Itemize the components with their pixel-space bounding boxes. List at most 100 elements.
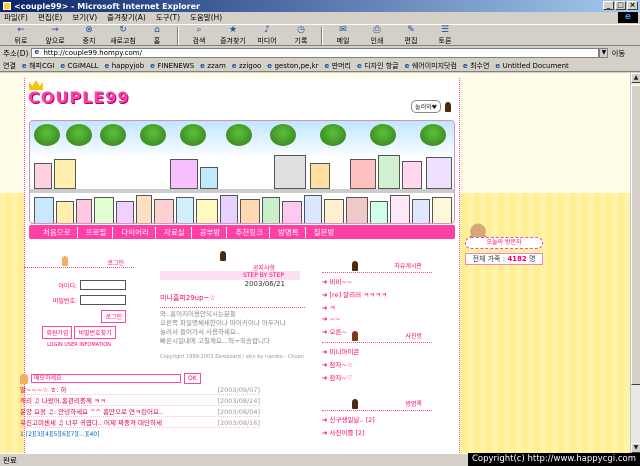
links-label: 연결	[3, 61, 16, 70]
search-icon: ⌕	[196, 25, 202, 35]
table-row[interactable]: 우진고미센세 ♫ 너무 귀엽다.. 어제 짜중져 대단하세 [2003/08/16…	[20, 419, 260, 428]
nav-diary[interactable]: 다이어리	[115, 226, 156, 238]
link-item[interactable]: happyjob	[105, 62, 144, 70]
menu-favorites[interactable]: 즐겨찾기(A)	[107, 12, 146, 23]
link-item[interactable]: FINENEWS	[150, 62, 194, 70]
character-avatar	[352, 261, 358, 271]
id-input[interactable]	[80, 280, 126, 290]
notice-panel: 공지사항 STEP BY STEP 2003/06/21 미니홈피29up~☆ …	[160, 251, 305, 363]
forward-button[interactable]: → 앞으로	[38, 25, 72, 46]
password-input[interactable]	[80, 295, 126, 305]
scroll-up-arrow-icon[interactable]: ▲	[631, 73, 640, 83]
address-dropdown-button[interactable]: ▼	[599, 48, 609, 58]
favorites-icon: ★	[228, 25, 238, 35]
search-button[interactable]: ⌕ 검색	[182, 25, 216, 46]
link-item[interactable]: Untitled Document	[495, 62, 569, 70]
list-item[interactable]: [re] 알리러 ㅋㅋㅋㅋ	[322, 289, 432, 299]
print-button[interactable]: ⎙ 인쇄	[360, 25, 394, 46]
menu-edit[interactable]: 편집(E)	[38, 12, 62, 23]
home-button[interactable]: ⌂ 홈	[140, 25, 174, 46]
link-item[interactable]: 디자인 항글	[357, 61, 398, 71]
list-item[interactable]: 사진이를 [2]	[322, 427, 432, 437]
tree-icon	[226, 124, 252, 146]
address-bar: 주소(D) http://couple99.hompy.com/ ▼ 이동	[0, 47, 640, 59]
id-label: 아이디:	[58, 282, 77, 290]
house-icon	[76, 199, 92, 223]
menu-view[interactable]: 보기(V)	[72, 12, 97, 23]
scroll-thumb[interactable]	[631, 85, 640, 385]
table-row[interactable]: 캐리 ♫ 나왔어,홈관리중께 ㅋㅋ [2003/08/24]	[20, 397, 260, 406]
house-icon	[390, 195, 410, 223]
list-item[interactable]: 잠자~☆	[322, 359, 432, 369]
discuss-button[interactable]: ☰ 토론	[428, 25, 462, 46]
menu-help[interactable]: 도움말(H)	[190, 12, 222, 23]
refresh-button[interactable]: ↻ 새로고침	[106, 25, 140, 46]
list-item[interactable]: 미니아이콘	[322, 346, 432, 356]
nav-guestbook[interactable]: 방명록	[272, 226, 306, 238]
stop-button[interactable]: ⊗ 중지	[72, 25, 106, 46]
nav-profile[interactable]: 프로필	[80, 226, 114, 238]
house-icon	[220, 195, 238, 223]
link-item[interactable]: geston,pe,kr	[267, 62, 318, 70]
nav-study[interactable]: 공부방	[194, 226, 228, 238]
board-list-title: 방명록	[322, 399, 432, 411]
mail-button[interactable]: ✉ 메일	[326, 25, 360, 46]
memo-input[interactable]: 메모하세요	[31, 374, 181, 383]
list-item[interactable]: 비비~~	[322, 276, 432, 286]
scroll-down-arrow-icon[interactable]: ▼	[631, 443, 640, 453]
menu-file[interactable]: 파일(F)	[4, 12, 28, 23]
link-item[interactable]: 쉐어이미지닷컴	[405, 61, 457, 71]
minimize-button[interactable]: _	[603, 1, 614, 10]
media-button[interactable]: ♪ 미디어	[250, 25, 284, 46]
menu-tools[interactable]: 도구(T)	[156, 12, 180, 23]
tree-icon	[180, 124, 206, 146]
table-row[interactable]: 윤양 요정 ♫: 안녕하세요 ^^ 홈만으로 연ㅋ린어요.. [2003/08/0…	[20, 408, 260, 417]
find-password-button[interactable]: 비밀번호찾기	[74, 326, 116, 339]
tree-icon	[140, 124, 166, 146]
board-list-photo: 사진방 미니아이콘 잠자~☆ 잠자~♡	[322, 331, 432, 382]
town-banner	[29, 120, 455, 224]
id-row: 아이디:	[24, 280, 134, 290]
history-button[interactable]: ◷ 기록	[284, 25, 318, 46]
maximize-button[interactable]: □	[615, 1, 626, 10]
link-item[interactable]: 최수연	[463, 61, 489, 71]
nav-links[interactable]: 추천링크	[229, 226, 270, 238]
favorites-button[interactable]: ★ 즐겨찾기	[216, 25, 250, 46]
nav-archive[interactable]: 자료실	[158, 226, 192, 238]
back-button[interactable]: ← 뒤로	[4, 25, 38, 46]
house-icon	[34, 197, 54, 223]
list-item[interactable]: 신구생일날.. [2]	[322, 414, 432, 424]
edit-button[interactable]: ✎ 편집	[394, 25, 428, 46]
nav-qna[interactable]: 질문방	[308, 227, 341, 238]
join-button[interactable]: 회원가입	[42, 326, 73, 339]
notice-title[interactable]: 미니홈피29up~☆	[160, 293, 305, 303]
character-avatar	[352, 399, 358, 409]
go-button[interactable]: 이동	[611, 48, 625, 59]
house-icon	[170, 159, 198, 189]
house-icon	[116, 201, 134, 223]
nav-home[interactable]: 처음으로	[37, 226, 78, 238]
house-icon	[432, 197, 452, 223]
site-logo[interactable]: COUPLE99	[28, 88, 129, 107]
link-item[interactable]: 딴머리	[324, 61, 351, 71]
guestbook-pager[interactable]: 1 [2][3][4][5][6][7][...][40]	[20, 431, 260, 438]
character-avatar	[445, 102, 451, 112]
memo-ok-button[interactable]: OK	[184, 373, 201, 384]
forward-arrow-icon: →	[51, 25, 59, 35]
house-icon	[54, 159, 76, 189]
link-item[interactable]: zzam	[200, 62, 225, 70]
link-item[interactable]: zzigoo	[232, 62, 261, 70]
list-item[interactable]: ~~	[322, 315, 432, 323]
list-item[interactable]: 잠자~♡	[322, 372, 432, 382]
list-item[interactable]: ㅋ	[322, 302, 432, 312]
table-row[interactable]: 딸~~~☆ ㅎ: 하 [2003/09/07]	[20, 386, 260, 395]
link-item[interactable]: 해피CGI	[22, 61, 54, 71]
page-viewport: COUPLE99 놀러와♥ 처음으로 프로필 다이어리 자료실 공부방 추천링크…	[0, 73, 630, 453]
close-button[interactable]: ×	[627, 1, 638, 10]
link-item[interactable]: CGIMALL	[60, 62, 99, 70]
house-icon	[274, 155, 306, 189]
address-input[interactable]: http://couple99.hompy.com/	[31, 48, 600, 58]
house-icon	[370, 201, 388, 223]
vertical-scrollbar[interactable]: ▲ ▼	[630, 73, 640, 453]
login-button[interactable]: 로그인	[101, 310, 126, 323]
